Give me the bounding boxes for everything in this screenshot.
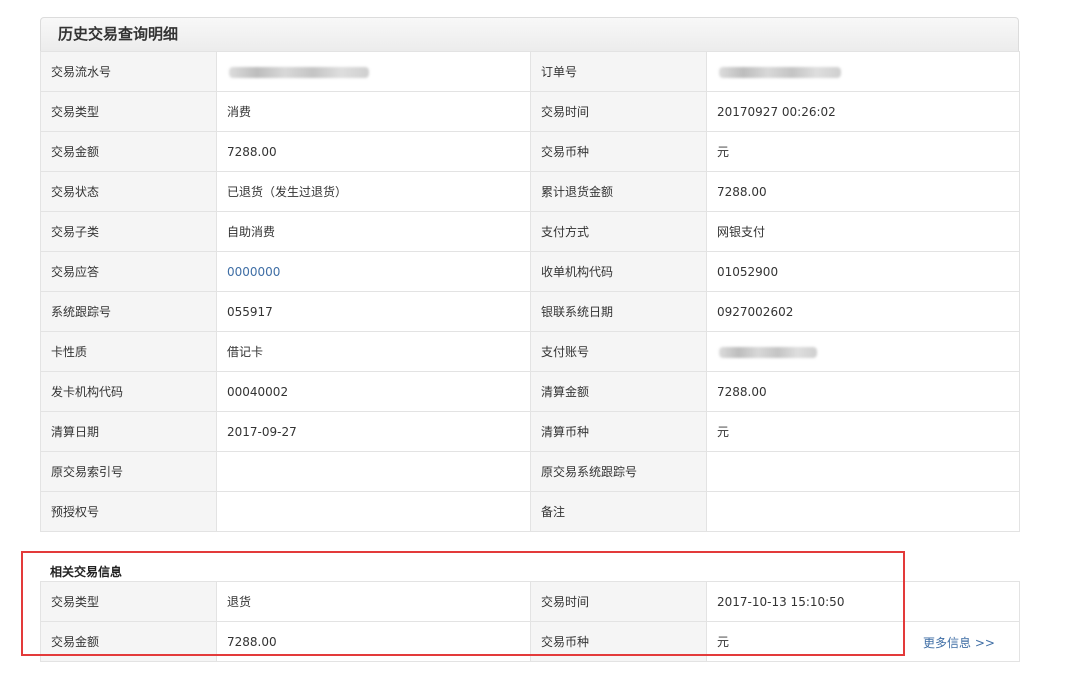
- table-row: 系统跟踪号 055917 银联系统日期 0927002602: [40, 291, 1020, 332]
- related-transaction-table: 交易类型 退货 交易时间 2017-10-13 15:10:50 交易金额 72…: [40, 581, 1020, 662]
- serial-number-value-redacted: [216, 51, 531, 92]
- response-code-link[interactable]: 0000000: [227, 265, 280, 279]
- field-label: 支付方式: [530, 211, 707, 252]
- more-info-link[interactable]: 更多信息 >>: [923, 634, 995, 651]
- payment-account-value-redacted: [706, 331, 1020, 372]
- table-row: 交易类型 消费 交易时间 20170927 00:26:02: [40, 91, 1020, 132]
- order-number-value-redacted: [706, 51, 1020, 92]
- field-value: [706, 451, 1020, 492]
- field-value: 01052900: [706, 251, 1020, 292]
- field-value: [216, 491, 531, 532]
- field-label: 支付账号: [530, 331, 707, 372]
- field-value: 7288.00: [706, 371, 1020, 412]
- field-label: 备注: [530, 491, 707, 532]
- field-label: 卡性质: [40, 331, 217, 372]
- field-label: 交易币种: [530, 621, 707, 662]
- field-label: 原交易索引号: [40, 451, 217, 492]
- field-label: 清算币种: [530, 411, 707, 452]
- field-label: 收单机构代码: [530, 251, 707, 292]
- table-row: 交易子类 自助消费 支付方式 网银支付: [40, 211, 1020, 252]
- field-label: 交易时间: [530, 581, 707, 622]
- field-label: 交易应答: [40, 251, 217, 292]
- table-row: 交易金额 7288.00 交易币种 元: [40, 621, 1020, 662]
- field-label: 交易时间: [530, 91, 707, 132]
- related-section-title: 相关交易信息: [50, 565, 123, 579]
- field-value: 元: [706, 411, 1020, 452]
- field-label: 交易金额: [40, 131, 217, 172]
- table-row: 交易金额 7288.00 交易币种 元: [40, 131, 1020, 172]
- field-label: 交易金额: [40, 621, 217, 662]
- field-label: 预授权号: [40, 491, 217, 532]
- field-value: 已退货（发生过退货）: [216, 171, 531, 212]
- field-label: 交易状态: [40, 171, 217, 212]
- field-label: 订单号: [530, 51, 707, 92]
- field-label: 原交易系统跟踪号: [530, 451, 707, 492]
- transaction-detail-panel: 历史交易查询明细 交易流水号 订单号 交易类型 消费 交易时间 20170927…: [40, 17, 1020, 532]
- table-row: 发卡机构代码 00040002 清算金额 7288.00: [40, 371, 1020, 412]
- field-value: 元: [706, 131, 1020, 172]
- field-label: 交易币种: [530, 131, 707, 172]
- field-value: 自助消费: [216, 211, 531, 252]
- field-label: 交易流水号: [40, 51, 217, 92]
- field-label: 交易子类: [40, 211, 217, 252]
- field-label: 系统跟踪号: [40, 291, 217, 332]
- field-value: [706, 491, 1020, 532]
- table-row: 交易应答 0000000 收单机构代码 01052900: [40, 251, 1020, 292]
- field-label: 发卡机构代码: [40, 371, 217, 412]
- field-value: 7288.00: [216, 131, 531, 172]
- field-value: 网银支付: [706, 211, 1020, 252]
- table-row: 预授权号 备注: [40, 491, 1020, 532]
- panel-title: 历史交易查询明细: [40, 17, 1019, 51]
- field-value: 00040002: [216, 371, 531, 412]
- field-value: 消费: [216, 91, 531, 132]
- transaction-detail-table: 交易流水号 订单号 交易类型 消费 交易时间 20170927 00:26:02…: [40, 51, 1020, 532]
- field-label: 交易类型: [40, 581, 217, 622]
- field-value: 7288.00: [706, 171, 1020, 212]
- field-value: 055917: [216, 291, 531, 332]
- table-row: 卡性质 借记卡 支付账号: [40, 331, 1020, 372]
- table-row: 交易状态 已退货（发生过退货） 累计退货金额 7288.00: [40, 171, 1020, 212]
- field-value: 7288.00: [216, 621, 531, 662]
- table-row: 交易流水号 订单号: [40, 51, 1020, 92]
- field-label: 交易类型: [40, 91, 217, 132]
- field-value: 退货: [216, 581, 531, 622]
- field-value: 2017-10-13 15:10:50: [706, 581, 1020, 622]
- field-label: 清算金额: [530, 371, 707, 412]
- field-value: 借记卡: [216, 331, 531, 372]
- field-value: 0927002602: [706, 291, 1020, 332]
- table-row: 原交易索引号 原交易系统跟踪号: [40, 451, 1020, 492]
- field-label: 清算日期: [40, 411, 217, 452]
- related-transaction-section: 交易类型 退货 交易时间 2017-10-13 15:10:50 交易金额 72…: [40, 581, 1020, 662]
- field-label: 银联系统日期: [530, 291, 707, 332]
- field-value: 2017-09-27: [216, 411, 531, 452]
- table-row: 清算日期 2017-09-27 清算币种 元: [40, 411, 1020, 452]
- field-value: [216, 451, 531, 492]
- table-row: 交易类型 退货 交易时间 2017-10-13 15:10:50: [40, 581, 1020, 622]
- field-label: 累计退货金额: [530, 171, 707, 212]
- field-value: 20170927 00:26:02: [706, 91, 1020, 132]
